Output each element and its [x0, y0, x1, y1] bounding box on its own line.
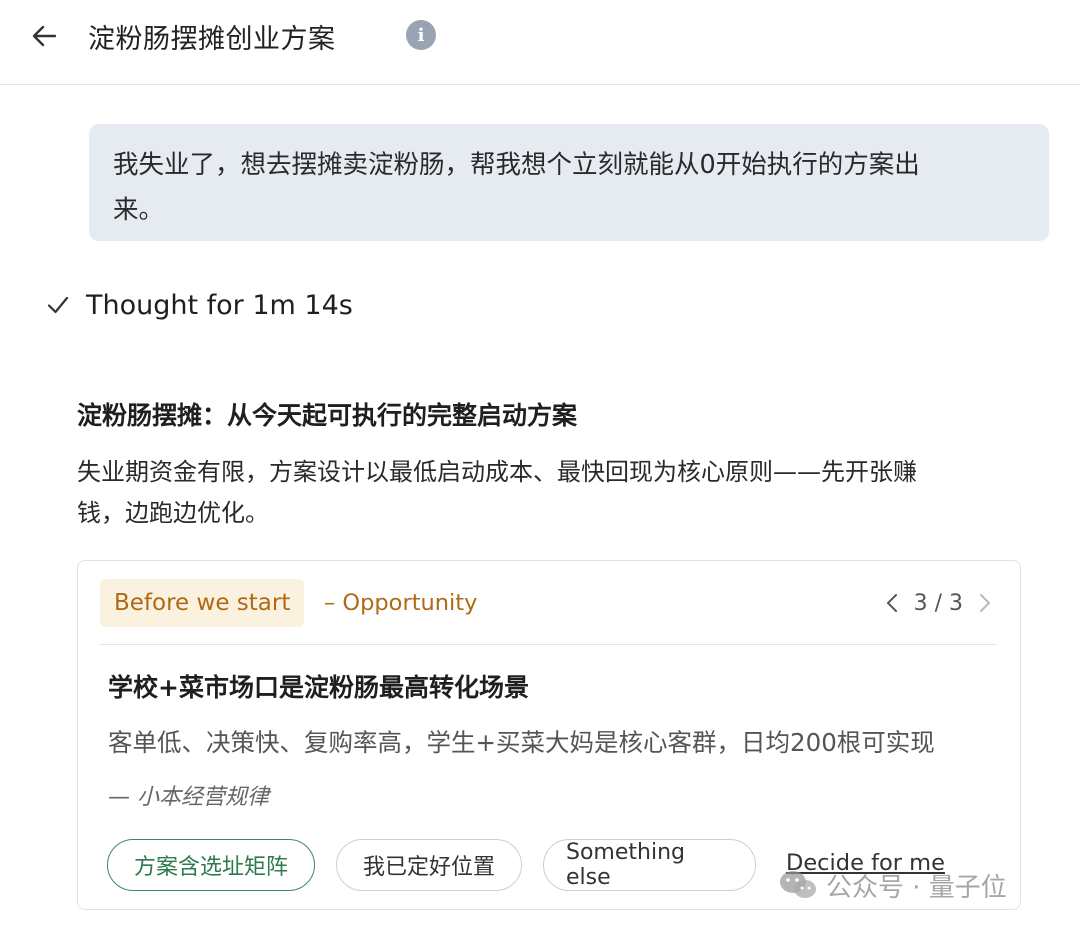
user-message-line-1: 我失业了，想去摆摊卖淀粉肠，帮我想个立刻就能从0开始执行的方案出: [113, 150, 920, 180]
card-description: 客单低、决策快、复购率高，学生+买菜大妈是核心客群，日均200根可实现: [108, 728, 935, 757]
info-button[interactable]: i: [406, 20, 436, 50]
card-header: Before we start – Opportunity 3 / 3: [99, 579, 997, 645]
card-source: — 小本经营规律: [108, 785, 269, 810]
back-button[interactable]: [26, 18, 62, 54]
page-title: 淀粉肠摆摊创业方案: [88, 24, 336, 55]
pager-count: 3 / 3: [913, 590, 963, 616]
next-card-button[interactable]: [973, 588, 997, 618]
check-icon: [47, 296, 69, 314]
question-card: Before we start – Opportunity 3 / 3 学校+菜…: [77, 560, 1021, 910]
response-body-line-1: 失业期资金有限，方案设计以最低启动成本、最快回现为核心原则——先开张赚: [77, 458, 917, 486]
opportunity-label: – Opportunity: [324, 590, 478, 616]
option-chip-location-set[interactable]: 我已定好位置: [336, 839, 522, 891]
page: 淀粉肠摆摊创业方案 i 我失业了，想去摆摊卖淀粉肠，帮我想个立刻就能从0开始执行…: [0, 0, 1080, 928]
chevron-right-icon: [980, 594, 990, 612]
prev-card-button[interactable]: [880, 588, 904, 618]
thought-toggle[interactable]: Thought for 1m 14s: [46, 285, 353, 325]
watermark: 公众号 · 量子位: [778, 865, 1007, 905]
before-we-start-tag: Before we start: [100, 579, 305, 627]
watermark-text: 公众号 · 量子位: [826, 872, 1007, 903]
card-title: 学校+菜市场口是淀粉肠最高转化场景: [108, 673, 529, 702]
option-chip-site-matrix[interactable]: 方案含选址矩阵: [107, 839, 315, 891]
option-chip-something-else[interactable]: Something else: [543, 839, 756, 891]
user-message-bubble: 我失业了，想去摆摊卖淀粉肠，帮我想个立刻就能从0开始执行的方案出 来。: [89, 124, 1049, 241]
chevron-left-icon: [886, 594, 897, 612]
response-title: 淀粉肠摆摊：从今天起可执行的完整启动方案: [77, 401, 578, 430]
response-body: 失业期资金有限，方案设计以最低启动成本、最快回现为核心原则——先开张赚 钱，边跑…: [77, 452, 1037, 534]
response-body-line-2: 钱，边跑边优化。: [77, 499, 269, 527]
user-message-line-2: 来。: [113, 195, 165, 225]
card-pager: 3 / 3: [880, 585, 997, 621]
arrow-left-icon: [32, 25, 57, 47]
thought-label: Thought for 1m 14s: [86, 289, 353, 321]
wechat-icon: [780, 871, 816, 898]
top-bar: 淀粉肠摆摊创业方案 i: [0, 0, 1080, 85]
info-icon: i: [417, 24, 425, 46]
